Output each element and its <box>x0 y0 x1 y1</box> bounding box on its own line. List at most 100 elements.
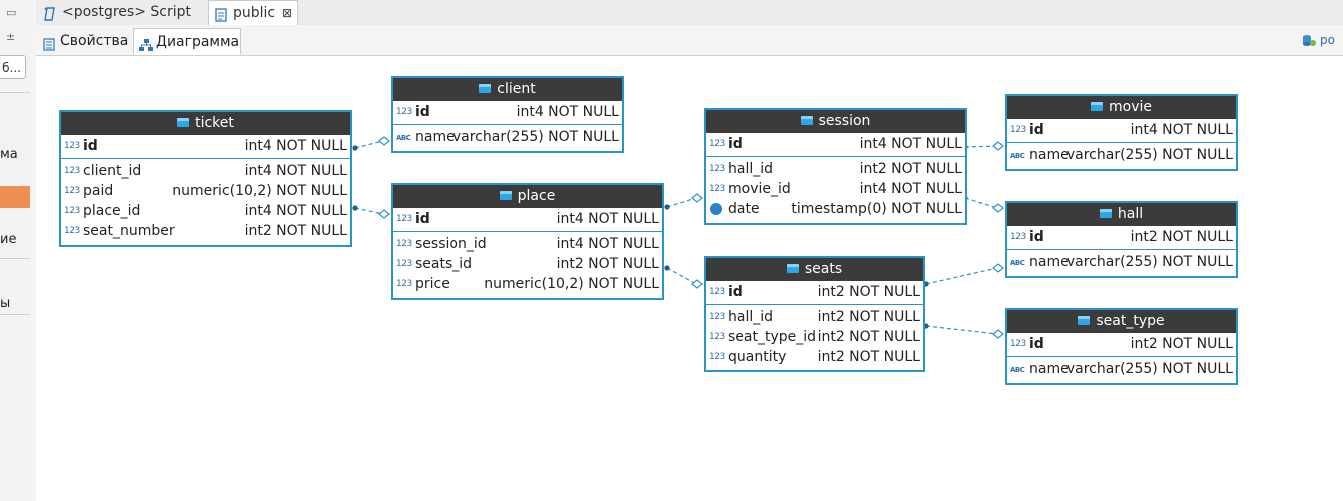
column-name: place_id <box>83 203 141 219</box>
column-type: int2 NOT NULL <box>817 284 920 300</box>
relation-ticket-client <box>354 140 384 149</box>
entity-ticket[interactable]: ticket 123 id int4 NOT NULL 123 client_id… <box>59 110 352 247</box>
number-icon: 123 <box>709 332 725 342</box>
clock-icon <box>710 203 722 215</box>
relation-end-dot <box>352 145 358 151</box>
column-row[interactable]: 123 paid numeric(10,2) NOT NULL <box>61 181 350 201</box>
relation-place-seats <box>666 267 697 285</box>
minimize-icon[interactable]: ▭ <box>6 6 16 19</box>
panel-item-selected[interactable] <box>0 186 30 208</box>
tab-postgres-script[interactable]: <postgres> Script <box>38 0 206 25</box>
panel-item[interactable]: ие <box>0 232 16 247</box>
text-type-icon: ABC <box>1010 152 1025 160</box>
divider <box>0 92 30 93</box>
table-icon <box>800 115 813 125</box>
column-row[interactable]: 123 id int4 NOT NULL <box>393 209 662 229</box>
relation-diamond <box>992 263 1004 273</box>
column-row[interactable]: 123 session_id int4 NOT NULL <box>393 234 662 254</box>
relation-diamond <box>992 203 1004 213</box>
column-type: int2 NOT NULL <box>244 223 347 239</box>
column-row[interactable]: 123 quantity int2 NOT NULL <box>706 347 923 367</box>
column-row[interactable]: ABC name varchar(255) NOT NULL <box>393 127 622 147</box>
column-row[interactable]: 123 id int2 NOT NULL <box>706 282 923 302</box>
column-row[interactable]: 123 seats_id int2 NOT NULL <box>393 254 662 274</box>
tab-public[interactable]: public ⊠ <box>208 0 298 25</box>
number-icon: 123 <box>396 239 412 249</box>
datasource-icon[interactable]: ро <box>1302 33 1335 47</box>
entity-title: seats <box>804 261 843 277</box>
column-name: session_id <box>415 236 487 252</box>
column-name: id <box>415 211 430 227</box>
relation-end-dot <box>664 204 670 210</box>
tab-label: Свойства <box>60 33 129 49</box>
relation-end-dot <box>664 265 670 271</box>
column-row[interactable]: 123 seat_number int2 NOT NULL <box>61 221 350 241</box>
entity-header[interactable]: client <box>393 78 622 101</box>
text-type-icon: ABC <box>1010 259 1025 267</box>
table-icon <box>1091 101 1103 111</box>
column-type: int4 NOT NULL <box>244 138 347 154</box>
entity-hall[interactable]: hall 123 id int2 NOT NULL ABC name varchar(2… <box>1005 201 1238 278</box>
column-row[interactable]: ABC name varchar(255) NOT NULL <box>1007 145 1236 165</box>
column-name: name <box>415 129 455 145</box>
entity-movie[interactable]: movie 123 id int4 NOT NULL ABC name varchar(… <box>1005 94 1238 171</box>
left-navigator-panel: ▭ ± б... ма ие ы <box>0 0 31 501</box>
number-icon: 123 <box>709 184 725 194</box>
entity-session[interactable]: session 123 id int4 NOT NULL 123 hall_id int… <box>704 108 967 225</box>
entity-header[interactable]: movie <box>1007 96 1236 119</box>
tab-diagram[interactable]: Диаграмма <box>133 28 241 55</box>
column-row[interactable]: 123 id int4 NOT NULL <box>1007 120 1236 140</box>
entity-seats[interactable]: seats 123 id int2 NOT NULL 123 hall_id int2 … <box>704 256 925 372</box>
column-name: seat_number <box>83 223 175 239</box>
column-row[interactable]: 123 id int4 NOT NULL <box>393 102 622 122</box>
column-name: hall_id <box>728 309 774 325</box>
relation-seats-hall <box>925 267 998 285</box>
column-row[interactable]: 123 id int2 NOT NULL <box>1007 227 1236 247</box>
column-row[interactable]: 123 id int4 NOT NULL <box>61 136 350 156</box>
entity-header[interactable]: seats <box>706 258 923 281</box>
panel-item[interactable]: ы <box>0 296 10 311</box>
entity-client[interactable]: client 123 id int4 NOT NULL ABC name varchar… <box>391 76 624 153</box>
plus-minus-icon[interactable]: ± <box>6 30 15 43</box>
tab-properties[interactable]: Свойства <box>38 28 132 55</box>
entity-header[interactable]: ticket <box>61 112 350 135</box>
column-name: movie_id <box>728 181 791 197</box>
column-row[interactable]: 123 client_id int4 NOT NULL <box>61 161 350 181</box>
column-row[interactable]: ABC name varchar(255) NOT NULL <box>1007 359 1236 379</box>
column-type: varchar(255) NOT NULL <box>452 129 619 145</box>
diagram-canvas[interactable]: ticket 123 id int4 NOT NULL 123 client_id… <box>36 56 1343 501</box>
column-name: id <box>1029 336 1044 352</box>
panel-item[interactable]: ма <box>0 147 18 162</box>
column-row[interactable]: 123 place_id int4 NOT NULL <box>61 201 350 221</box>
number-icon: 123 <box>709 312 725 322</box>
table-icon <box>1099 208 1112 218</box>
column-name: paid <box>83 183 114 199</box>
column-type: int4 NOT NULL <box>556 236 659 252</box>
column-row[interactable]: 123 hall_id int2 NOT NULL <box>706 307 923 327</box>
close-icon[interactable]: ⊠ <box>282 1 292 25</box>
text-type-icon: ABC <box>396 134 411 142</box>
column-name: id <box>1029 122 1044 138</box>
column-row[interactable]: 123 hall_id int2 NOT NULL <box>706 159 965 179</box>
column-name: seat_type_id <box>728 329 817 345</box>
entity-header[interactable]: hall <box>1007 203 1236 226</box>
entity-header[interactable]: session <box>706 110 965 133</box>
entity-place[interactable]: place 123 id int4 NOT NULL 123 session_id in… <box>391 183 664 300</box>
entity-seat-type[interactable]: seat_type 123 id int2 NOT NULL ABC name varc… <box>1005 308 1238 385</box>
column-row[interactable]: 123 seat_type_id int2 NOT NULL <box>706 327 923 347</box>
divider <box>0 314 30 315</box>
column-row[interactable]: ABC name varchar(255) NOT NULL <box>1007 252 1236 272</box>
filter-input[interactable]: б... <box>0 55 26 79</box>
key-number-icon: 123 <box>396 214 412 224</box>
column-type: numeric(10,2) NOT NULL <box>484 276 659 292</box>
entity-header[interactable]: seat_type <box>1007 310 1236 333</box>
column-row[interactable]: date timestamp(0) NOT NULL <box>706 199 965 219</box>
column-row[interactable]: 123 movie_id int4 NOT NULL <box>706 179 965 199</box>
column-row[interactable]: 123 id int4 NOT NULL <box>706 134 965 154</box>
datasource-label: ро <box>1320 33 1335 47</box>
column-row[interactable]: 123 id int2 NOT NULL <box>1007 334 1236 354</box>
column-row[interactable]: 123 price numeric(10,2) NOT NULL <box>393 274 662 294</box>
entity-header[interactable]: place <box>393 185 662 208</box>
key-number-icon: 123 <box>1010 339 1026 349</box>
relation-diamond <box>691 279 703 289</box>
